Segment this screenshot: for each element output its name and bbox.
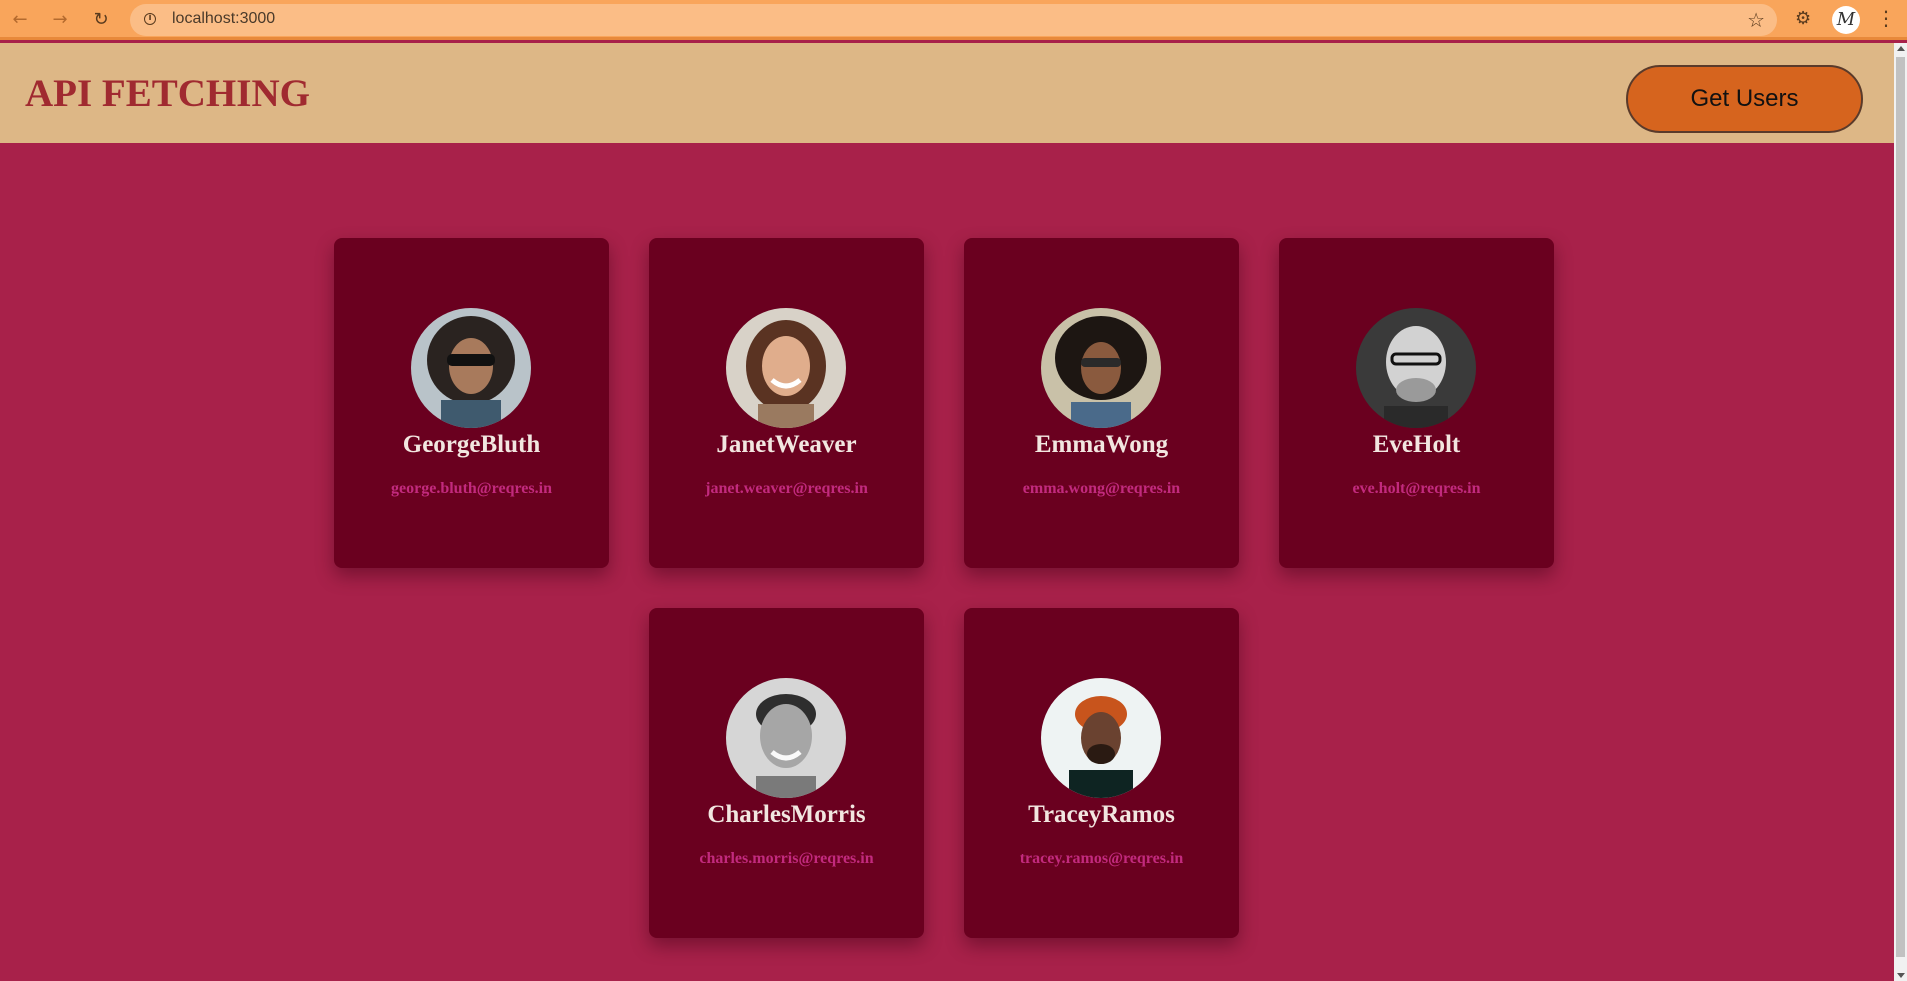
reload-icon[interactable]: ↻ bbox=[89, 8, 113, 32]
user-card: EmmaWong emma.wong@reqres.in bbox=[964, 238, 1239, 568]
user-name: EmmaWong bbox=[1034, 431, 1169, 458]
scroll-thumb[interactable] bbox=[1896, 57, 1905, 957]
browser-toolbar: ← → ↻ i localhost:3000 ☆ ⚙ M ⋮ bbox=[0, 0, 1907, 40]
info-icon[interactable]: i bbox=[144, 13, 156, 25]
url-text[interactable]: localhost:3000 bbox=[172, 10, 275, 28]
profile-avatar[interactable]: M bbox=[1832, 6, 1860, 34]
avatar bbox=[1041, 678, 1161, 798]
user-card: GeorgeBluth george.bluth@reqres.in bbox=[334, 238, 609, 568]
scrollbar[interactable] bbox=[1894, 43, 1907, 981]
arrow-right-icon[interactable]: → bbox=[48, 8, 72, 32]
user-email: eve.holt@reqres.in bbox=[1352, 480, 1481, 497]
user-name: JanetWeaver bbox=[716, 431, 857, 458]
puzzle-icon[interactable]: ⚙ bbox=[1795, 8, 1811, 29]
user-email: charles.morris@reqres.in bbox=[699, 850, 874, 867]
scroll-up-icon[interactable] bbox=[1897, 46, 1905, 51]
user-email: george.bluth@reqres.in bbox=[391, 480, 552, 497]
avatar bbox=[1041, 308, 1161, 428]
scroll-down-icon[interactable] bbox=[1897, 973, 1905, 978]
user-email: emma.wong@reqres.in bbox=[1022, 480, 1181, 497]
get-users-button[interactable]: Get Users bbox=[1626, 65, 1863, 133]
user-card: EveHolt eve.holt@reqres.in bbox=[1279, 238, 1554, 568]
user-name: CharlesMorris bbox=[707, 801, 866, 828]
star-icon[interactable]: ☆ bbox=[1747, 8, 1765, 32]
address-bar[interactable]: i localhost:3000 ☆ bbox=[130, 4, 1777, 36]
user-name: GeorgeBluth bbox=[402, 431, 541, 458]
kebab-menu-icon[interactable]: ⋮ bbox=[1876, 6, 1896, 30]
page-title: API FETCHING bbox=[25, 72, 310, 115]
avatar bbox=[726, 308, 846, 428]
user-email: janet.weaver@reqres.in bbox=[705, 480, 868, 497]
arrow-left-icon[interactable]: ← bbox=[8, 8, 32, 32]
app-header: API FETCHING Get Users bbox=[0, 43, 1894, 143]
user-name: EveHolt bbox=[1372, 431, 1461, 458]
avatar bbox=[411, 308, 531, 428]
user-card: TraceyRamos tracey.ramos@reqres.in bbox=[964, 608, 1239, 938]
avatar bbox=[726, 678, 846, 798]
avatar bbox=[1356, 308, 1476, 428]
user-name: TraceyRamos bbox=[1028, 801, 1175, 828]
user-card: CharlesMorris charles.morris@reqres.in bbox=[649, 608, 924, 938]
user-card: JanetWeaver janet.weaver@reqres.in bbox=[649, 238, 924, 568]
user-email: tracey.ramos@reqres.in bbox=[1019, 850, 1184, 867]
